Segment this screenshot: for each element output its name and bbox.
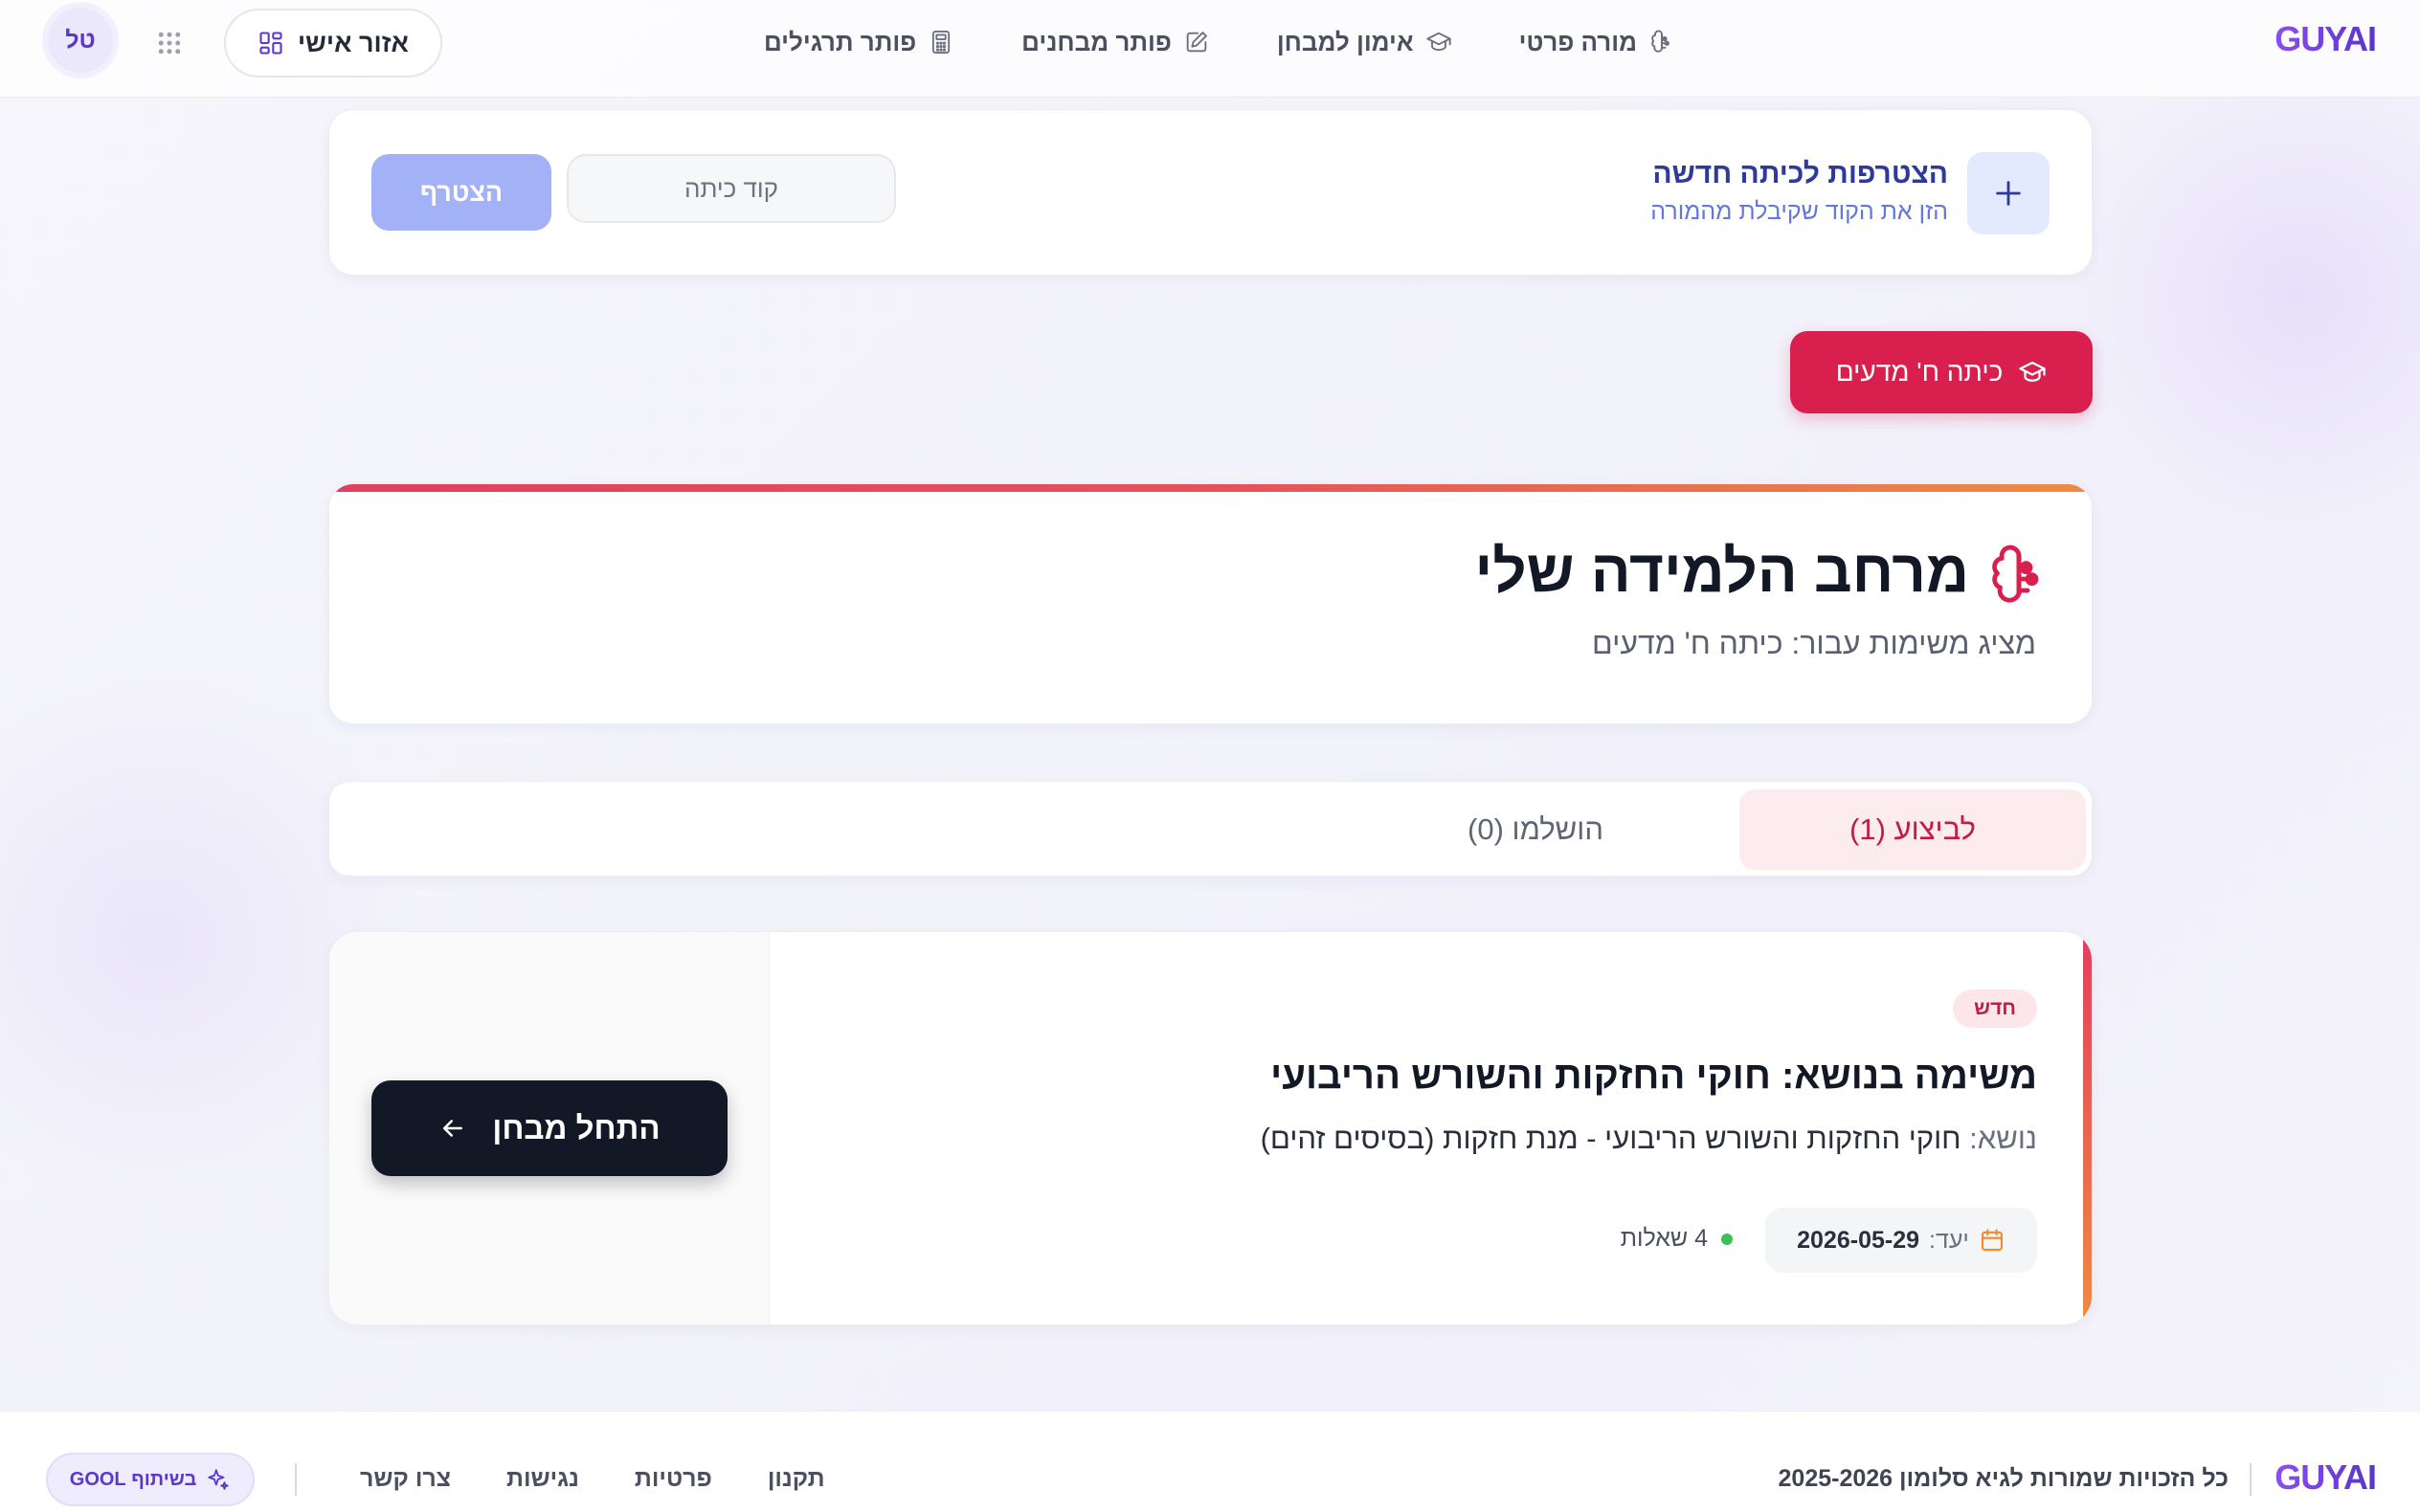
add-class-button[interactable] bbox=[1967, 152, 2050, 234]
background-glow bbox=[2058, 57, 2420, 536]
status-dot bbox=[1721, 1233, 1733, 1245]
task-tabs: לביצוע (1) הושלמו (0) bbox=[328, 781, 2093, 877]
user-avatar[interactable]: טל bbox=[48, 8, 113, 73]
due-date-pill: יעד: 2026-05-29 bbox=[1765, 1208, 2037, 1273]
topic-value: חוקי החזקות והשורש הריבועי - מנת חזקות (… bbox=[1260, 1122, 1961, 1155]
question-count: 4 שאלות bbox=[1621, 1225, 1733, 1253]
question-count-label: 4 שאלות bbox=[1620, 1225, 1708, 1252]
footer-link-contact[interactable]: צרו קשר bbox=[360, 1465, 451, 1493]
nav-link-exercise-solver[interactable]: פותר תרגילים bbox=[764, 23, 954, 61]
sparkles-icon bbox=[208, 1469, 229, 1490]
footer-link-accessibility[interactable]: נגישות bbox=[506, 1465, 579, 1493]
footer-brand-logo[interactable]: GUYAI bbox=[2274, 1457, 2377, 1498]
task-accent-bar bbox=[2083, 932, 2092, 1324]
footer-link-privacy[interactable]: פרטיות bbox=[635, 1465, 712, 1493]
accent-bar bbox=[329, 484, 2092, 492]
brand-logo[interactable]: GUYAI bbox=[2274, 19, 2377, 59]
nav-link-label: פותר מבחנים bbox=[1021, 27, 1172, 56]
copyright-text: כל הזכויות שמורות לגיא סלומון 2025-2026 bbox=[1778, 1465, 2229, 1492]
join-class-subtitle: הזן את הקוד שקיבלת מהמורה bbox=[1650, 198, 1948, 225]
nav-links: פותר תרגילים פותר מבחנים אימון למבחן מור… bbox=[764, 23, 1675, 61]
nav-link-label: מורה פרטי bbox=[1518, 27, 1637, 56]
tab-completed[interactable]: הושלמו (0) bbox=[1362, 789, 1709, 870]
partner-badge[interactable]: בשיתוף GOOL bbox=[46, 1453, 255, 1506]
footer: GUYAI כל הזכויות שמורות לגיא סלומון 2025… bbox=[0, 1411, 2420, 1512]
footer-link-terms[interactable]: תקנון bbox=[768, 1465, 825, 1493]
plus-icon bbox=[1996, 181, 2021, 206]
task-title: משימה בנושא: חוקי החזקות והשורש הריבועי bbox=[1270, 1055, 2037, 1097]
brain-icon bbox=[1992, 545, 2039, 603]
apps-grid-icon[interactable] bbox=[155, 29, 184, 57]
top-navigation: GUYAI פותר תרגילים פותר מבחנים אימון למב… bbox=[0, 0, 2420, 98]
task-topic: נושא: חוקי החזקות והשורש הריבועי - מנת ח… bbox=[1261, 1122, 2037, 1156]
start-exam-label: התחל מבחן bbox=[492, 1110, 661, 1145]
class-code-input[interactable] bbox=[567, 154, 896, 223]
divider bbox=[2250, 1463, 2252, 1496]
join-class-title: הצטרפות לכיתה חדשה bbox=[1652, 158, 1948, 189]
personal-area-label: אזור אישי bbox=[298, 28, 409, 57]
topic-label: נושא: bbox=[1969, 1122, 2037, 1155]
brain-icon bbox=[1651, 30, 1669, 53]
task-card: התחל מבחן חדש משימה בנושא: חוקי החזקות ו… bbox=[328, 931, 2093, 1325]
nav-link-private-tutor[interactable]: מורה פרטי bbox=[1519, 23, 1675, 61]
footer-links: צרו קשר נגישות פרטיות תקנון bbox=[360, 1465, 825, 1493]
class-chip-label: כיתה ח' מדעים bbox=[1835, 357, 2004, 387]
graduation-cap-icon bbox=[1426, 32, 1451, 52]
nav-link-label: אימון למבחן bbox=[1276, 27, 1414, 56]
graduation-cap-icon bbox=[2019, 361, 2046, 382]
nav-link-exam-training[interactable]: אימון למבחן bbox=[1277, 23, 1452, 61]
arrow-left-icon bbox=[443, 1120, 463, 1137]
status-badge: חדש bbox=[1953, 989, 2037, 1028]
due-date: 2026-05-29 bbox=[1797, 1226, 1920, 1254]
edit-icon bbox=[1186, 32, 1207, 53]
nav-link-label: פותר תרגילים bbox=[763, 27, 917, 56]
divider bbox=[295, 1463, 297, 1496]
join-button[interactable]: הצטרף bbox=[371, 154, 551, 231]
join-class-card: הצטרפות לכיתה חדשה הזן את הקוד שקיבלת מה… bbox=[328, 109, 2093, 276]
partner-badge-label: בשיתוף GOOL bbox=[69, 1468, 197, 1490]
start-exam-button[interactable]: התחל מבחן bbox=[371, 1080, 728, 1176]
task-action-panel: התחל מבחן bbox=[329, 932, 770, 1324]
page-subtitle: מציג משימות עבור: כיתה ח' מדעים bbox=[1592, 626, 2036, 660]
due-label: יעד: bbox=[1929, 1226, 1969, 1254]
learning-space-header: מרחב הלמידה שלי מציג משימות עבור: כיתה ח… bbox=[328, 483, 2093, 724]
class-selector-chip[interactable]: כיתה ח' מדעים bbox=[1790, 331, 2093, 413]
dashboard-icon bbox=[259, 32, 282, 55]
calendar-icon bbox=[1981, 1229, 2003, 1251]
nav-link-exam-solver[interactable]: פותר מבחנים bbox=[1021, 23, 1210, 61]
calculator-icon bbox=[932, 30, 951, 55]
tab-to-do[interactable]: לביצוע (1) bbox=[1739, 789, 2086, 870]
personal-area-button[interactable]: אזור אישי bbox=[224, 9, 442, 78]
page-title: מרחב הלמידה שלי bbox=[1474, 539, 1970, 605]
